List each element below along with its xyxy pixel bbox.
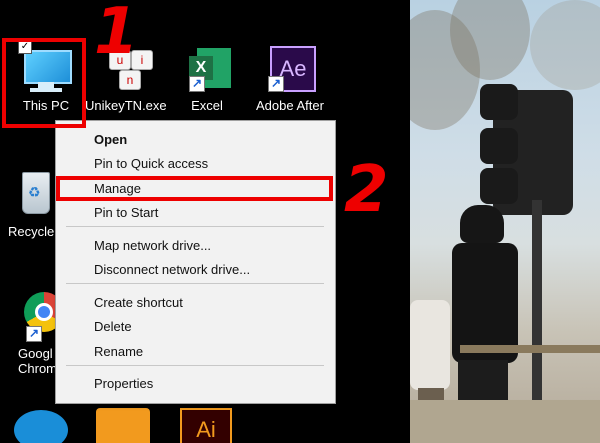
recycle-bin-icon: ♻ xyxy=(8,168,60,220)
menu-item-pin-start[interactable]: Pin to Start xyxy=(94,205,158,220)
menu-item-properties[interactable]: Properties xyxy=(94,376,153,391)
app-icon-orange[interactable] xyxy=(96,408,150,443)
after-effects-icon: Ae ↗ xyxy=(264,42,316,94)
menu-item-delete[interactable]: Delete xyxy=(94,319,132,334)
manage-highlight-box xyxy=(56,176,333,201)
step-number-1: 1 xyxy=(94,0,139,69)
after-effects-icon-tile[interactable]: Ae ↗ Adobe After xyxy=(250,42,330,113)
monitor-icon[interactable] xyxy=(14,410,68,443)
excel-icon: X ↗ xyxy=(181,42,233,94)
person xyxy=(460,205,504,243)
after-effects-label: Adobe After xyxy=(256,98,324,113)
menu-separator xyxy=(66,226,324,227)
this-pc-highlight-box xyxy=(2,38,86,128)
menu-item-rename[interactable]: Rename xyxy=(94,344,143,359)
chrome-icon: ↗ xyxy=(8,290,64,342)
desktop: ✓ This PC u i n UnikeyTN.exe X ↗ Excel A… xyxy=(0,0,600,443)
step-number-2: 2 xyxy=(344,153,389,227)
excel-icon-tile[interactable]: X ↗ Excel xyxy=(167,42,247,113)
menu-item-create-shortcut[interactable]: Create shortcut xyxy=(94,295,183,310)
menu-item-disconnect-network-drive[interactable]: Disconnect network drive... xyxy=(94,262,250,277)
wallpaper-photo xyxy=(410,0,600,443)
menu-item-pin-quick-access[interactable]: Pin to Quick access xyxy=(94,156,208,171)
excel-label: Excel xyxy=(191,98,223,113)
menu-separator xyxy=(66,365,324,366)
illustrator-icon[interactable]: Ai xyxy=(180,408,232,443)
unikey-label: UnikeyTN.exe xyxy=(85,98,167,113)
menu-item-map-network-drive[interactable]: Map network drive... xyxy=(94,238,211,253)
menu-item-open[interactable]: Open xyxy=(94,132,127,147)
context-menu: Open Pin to Quick access Manage Pin to S… xyxy=(55,120,336,404)
menu-separator xyxy=(66,283,324,284)
